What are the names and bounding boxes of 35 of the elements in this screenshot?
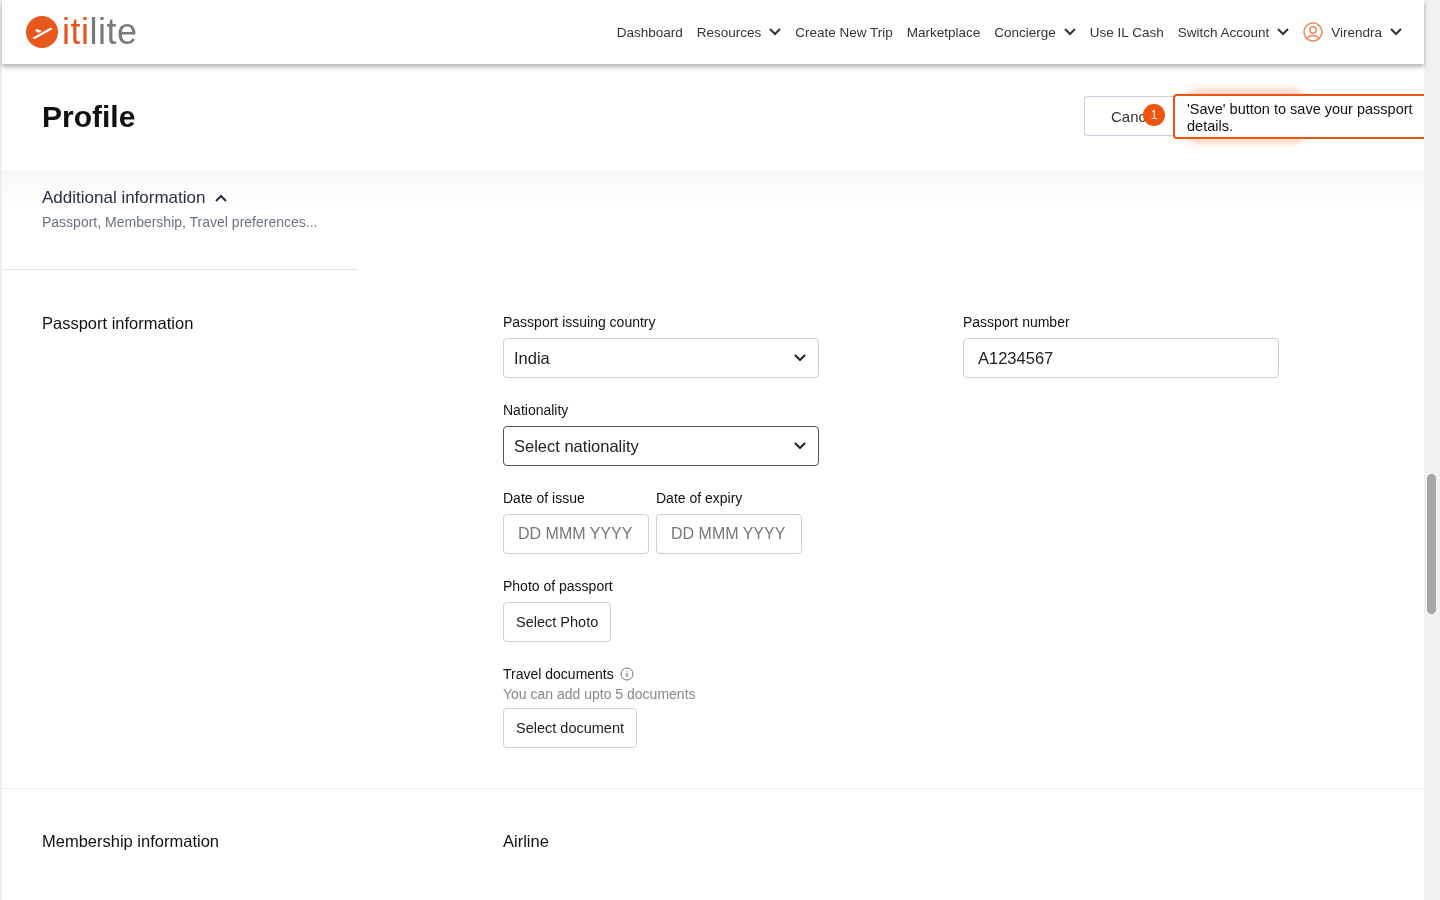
nav-link[interactable]: Dashboard [616, 24, 683, 40]
field-label: Passport number [963, 314, 1070, 330]
date-field[interactable]: DD MMM YYYY [503, 514, 649, 554]
nav-link[interactable]: Create New Trip [795, 24, 893, 40]
nav-link[interactable]: Resources [696, 24, 782, 40]
date-field[interactable]: DD MMM YYYY [656, 514, 802, 554]
select-button[interactable]: Select Photo [503, 602, 612, 642]
field-label: Airline [503, 832, 550, 851]
section-heading: Membership information [42, 832, 220, 851]
chevron-down-icon [794, 442, 806, 450]
chevron-down-icon [794, 354, 806, 362]
field-label: Date of expiry [656, 490, 743, 506]
field-label: Nationality [503, 402, 569, 418]
page-title: Profile [42, 100, 136, 134]
text-field[interactable]: A1234567 [963, 338, 1279, 378]
field-label: Photo of passport [503, 578, 613, 594]
nav-link[interactable]: Concierge [994, 24, 1076, 40]
field-label: Passport issuing country [503, 314, 656, 330]
info-icon[interactable] [619, 667, 634, 681]
field-label: Travel documents [503, 666, 614, 682]
nav-link[interactable]: Switch Account [1177, 24, 1290, 40]
logo-text: itilite [62, 11, 138, 53]
section-subtitle: Passport, Membership, Travel preferences... [42, 214, 319, 230]
airplane-logo-icon [26, 16, 58, 48]
helper-text: You can add upto 5 documents [503, 686, 697, 702]
select-button[interactable]: Select document [503, 708, 637, 748]
section-toggle[interactable]: Additional information [42, 188, 228, 208]
user-menu[interactable]: Virendra [1303, 22, 1402, 42]
nav-link[interactable]: Use IL Cash [1089, 24, 1164, 40]
nav-link[interactable]: Marketplace [906, 24, 981, 40]
select-field[interactable]: India [503, 338, 819, 378]
user-avatar-icon [1303, 22, 1324, 42]
section-heading: Passport information [42, 314, 195, 334]
field-label: Date of issue [503, 490, 585, 506]
select-field[interactable]: Select nationality [503, 426, 819, 466]
